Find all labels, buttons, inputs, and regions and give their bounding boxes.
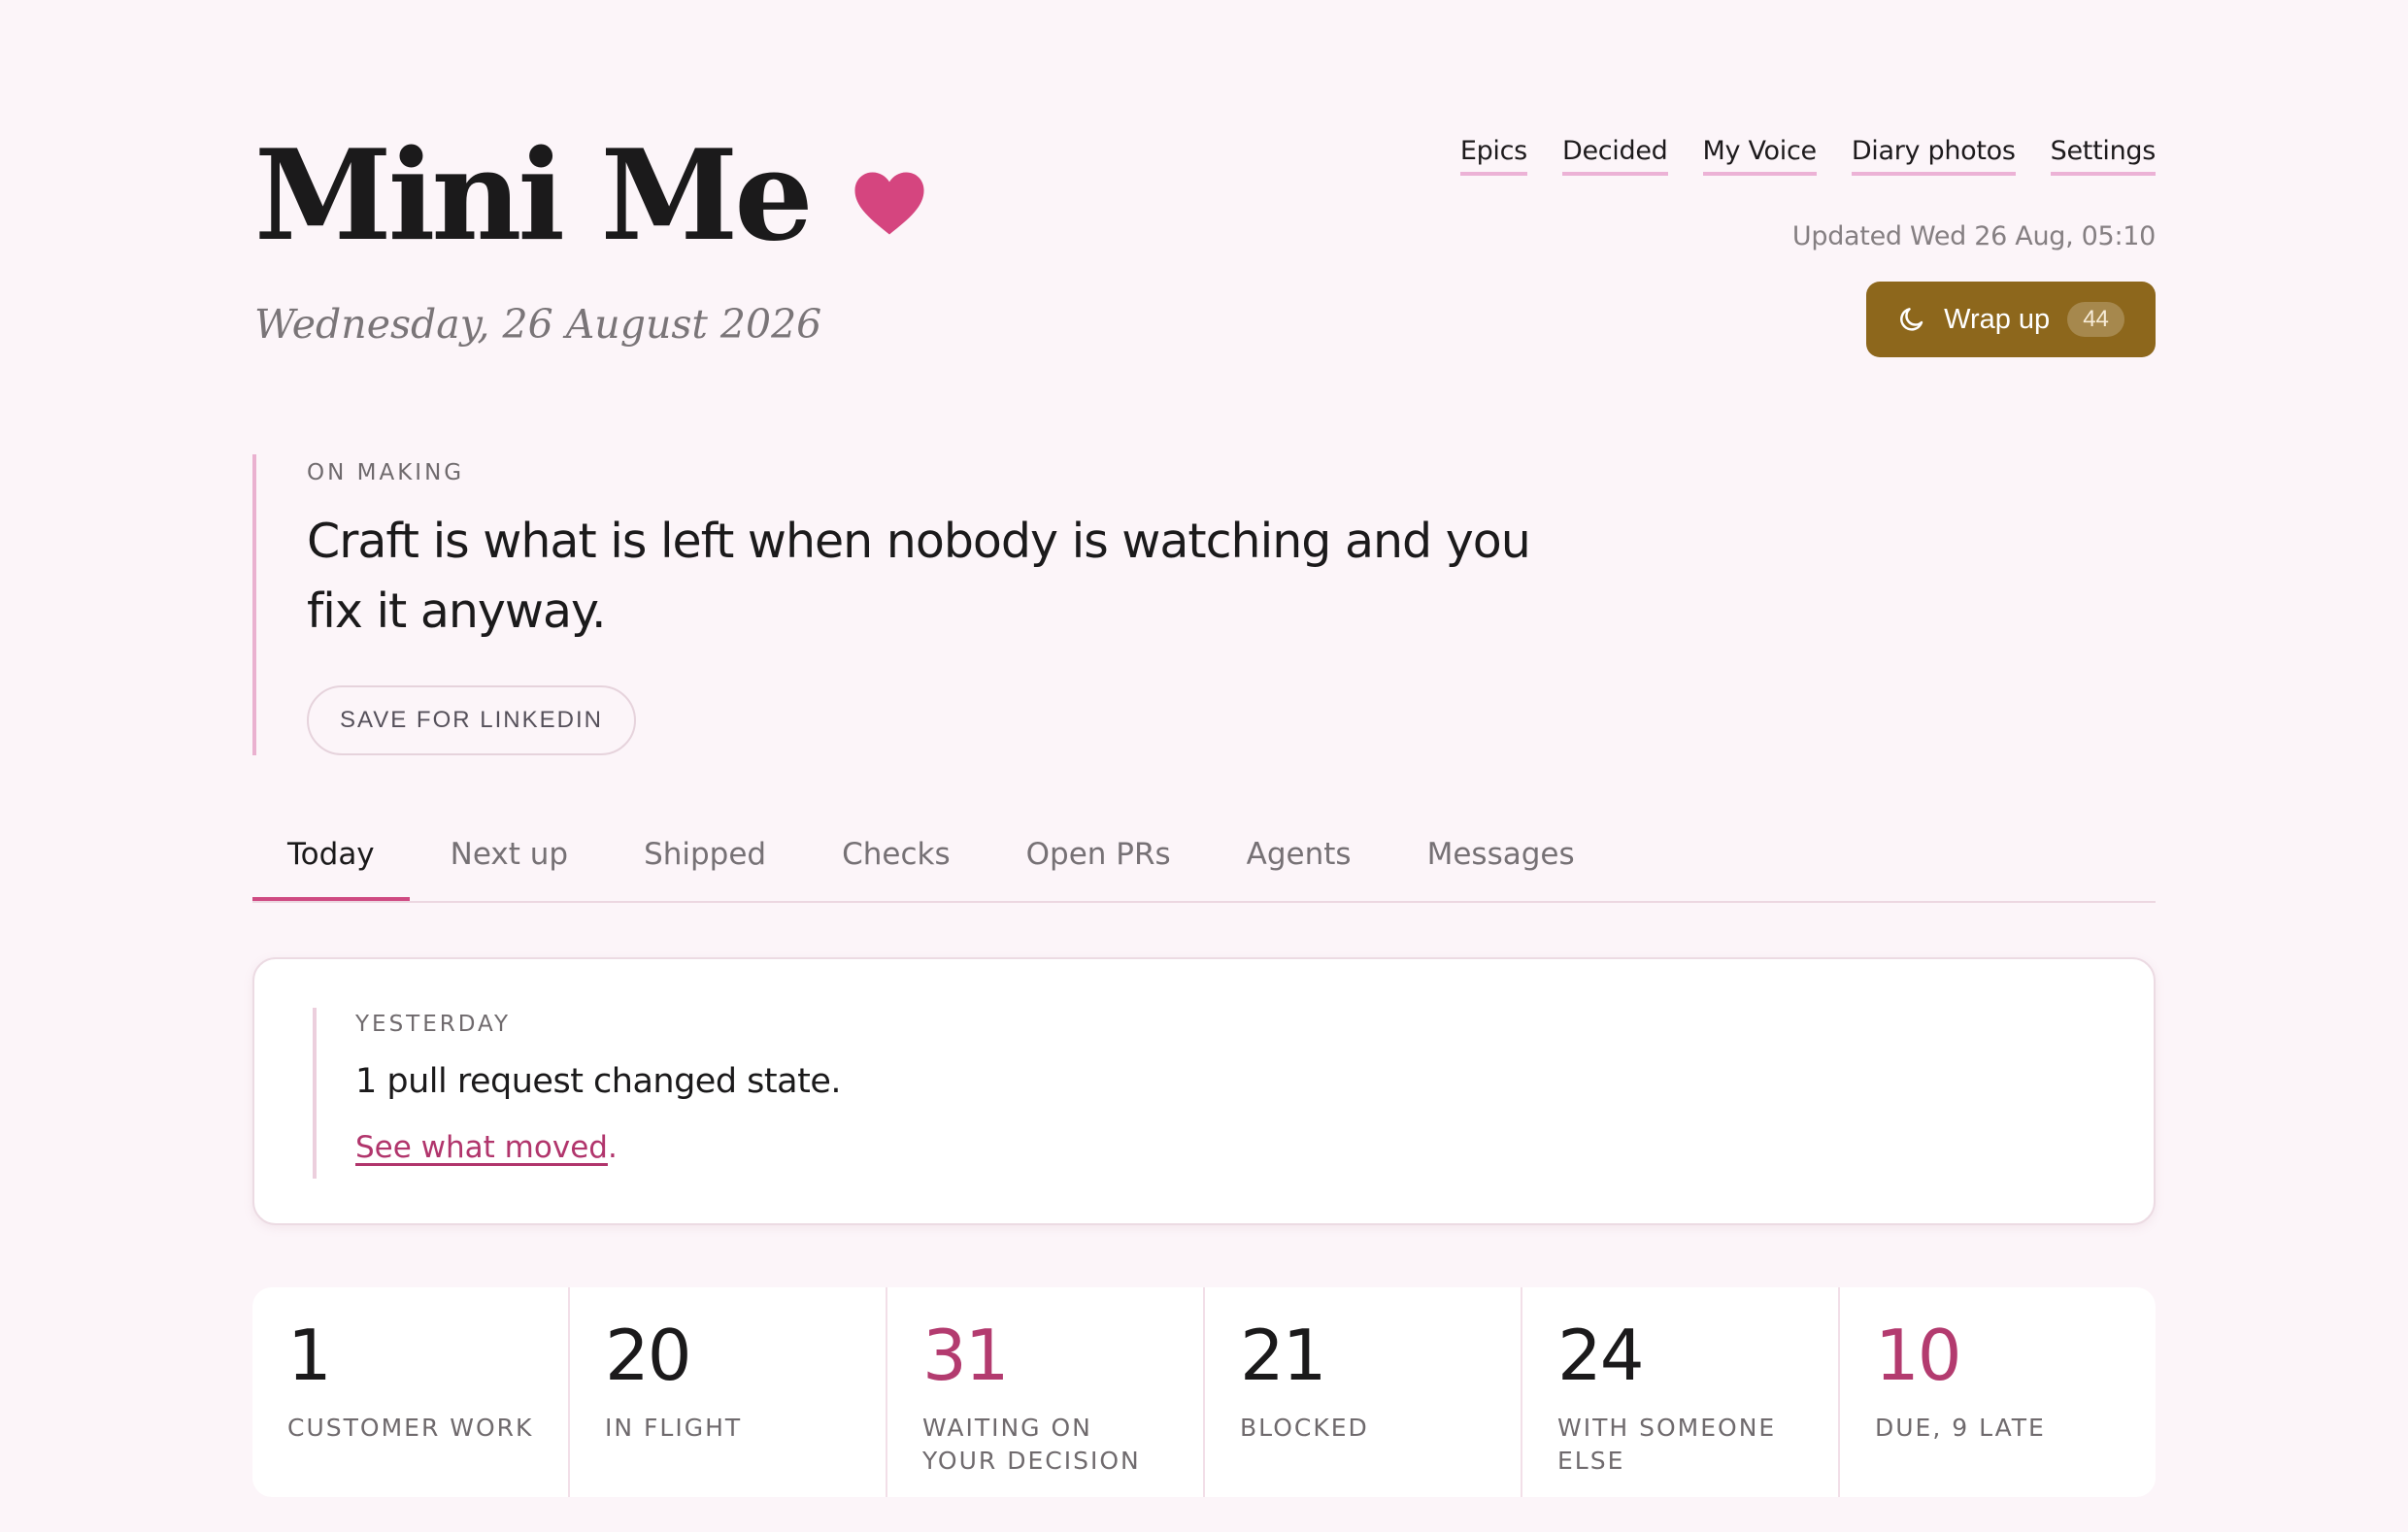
stat-with-someone-else[interactable]: 24 WITH SOMEONE ELSE <box>1522 1287 1840 1497</box>
nav-link-diary-photos[interactable]: Diary photos <box>1851 136 2016 176</box>
updated-timestamp: Updated Wed 26 Aug, 05:10 <box>1791 221 2156 251</box>
quote-eyebrow: ON MAKING <box>307 460 465 485</box>
see-what-moved-link[interactable]: See what moved <box>355 1130 608 1165</box>
stat-label: IN FLIGHT <box>605 1414 743 1442</box>
app-title: Mini Me <box>254 123 814 269</box>
stat-blocked[interactable]: 21 BLOCKED <box>1205 1287 1522 1497</box>
stats-strip: 1 CUSTOMER WORK 20 IN FLIGHT 31 WAITING … <box>252 1287 2156 1497</box>
tab-open-prs[interactable]: Open PRs <box>991 823 1206 885</box>
nav-link-settings[interactable]: Settings <box>2050 136 2156 176</box>
stat-value: 21 <box>1240 1315 1327 1396</box>
stat-label: BLOCKED <box>1240 1414 1369 1442</box>
moon-icon <box>1900 308 1923 331</box>
tab-checks[interactable]: Checks <box>807 823 986 885</box>
daily-quote: ON MAKING Craft is what is left when nob… <box>252 454 1534 755</box>
stat-value: 10 <box>1875 1315 1962 1396</box>
stat-in-flight[interactable]: 20 IN FLIGHT <box>570 1287 887 1497</box>
heart-icon <box>854 172 924 235</box>
tab-shipped[interactable]: Shipped <box>609 823 801 885</box>
stat-label: DUE, 9 LATE <box>1875 1414 2046 1442</box>
top-nav: Epics Decided My Voice Diary photos Sett… <box>1459 136 2156 176</box>
yesterday-link-row: See what moved. <box>355 1130 841 1165</box>
brand: Mini Me <box>254 134 926 258</box>
nav-link-decided[interactable]: Decided <box>1561 136 1668 176</box>
stat-value: 20 <box>605 1315 692 1396</box>
tab-next-up[interactable]: Next up <box>416 823 603 885</box>
link-period: . <box>607 1130 618 1165</box>
stat-label: WAITING ON YOUR DECISION <box>922 1414 1141 1475</box>
stat-value: 31 <box>922 1315 1010 1396</box>
quote-text: Craft is what is left when nobody is wat… <box>307 514 1531 639</box>
stat-label: CUSTOMER WORK <box>287 1414 534 1442</box>
stat-waiting-on-decision[interactable]: 31 WAITING ON YOUR DECISION <box>887 1287 1205 1497</box>
wrap-up-button[interactable]: Wrap up 44 <box>1866 282 2156 357</box>
yesterday-summary: 1 pull request changed state. <box>355 1062 841 1101</box>
tab-today[interactable]: Today <box>252 823 410 901</box>
stat-customer-work[interactable]: 1 CUSTOMER WORK <box>252 1287 570 1497</box>
stat-due[interactable]: 10 DUE, 9 LATE <box>1840 1287 2156 1497</box>
yesterday-eyebrow: YESTERDAY <box>355 1012 512 1037</box>
stat-value: 1 <box>287 1315 332 1396</box>
nav-link-my-voice[interactable]: My Voice <box>1702 136 1817 176</box>
save-for-linkedin-button[interactable]: SAVE FOR LINKEDIN <box>307 685 636 755</box>
yesterday-content: YESTERDAY 1 pull request changed state. … <box>313 1008 841 1179</box>
stat-label: WITH SOMEONE ELSE <box>1557 1414 1777 1475</box>
nav-link-epics[interactable]: Epics <box>1459 136 1527 176</box>
wrap-up-label: Wrap up <box>1944 303 2051 335</box>
yesterday-card: YESTERDAY 1 pull request changed state. … <box>252 957 2156 1225</box>
stat-value: 24 <box>1557 1315 1645 1396</box>
wrap-up-count-badge: 44 <box>2067 302 2124 337</box>
tab-agents[interactable]: Agents <box>1212 823 1387 885</box>
tab-bar: Today Next up Shipped Checks Open PRs Ag… <box>252 823 2156 903</box>
date-subtitle: Wednesday, 26 August 2026 <box>254 301 822 348</box>
tab-messages[interactable]: Messages <box>1392 823 1610 885</box>
